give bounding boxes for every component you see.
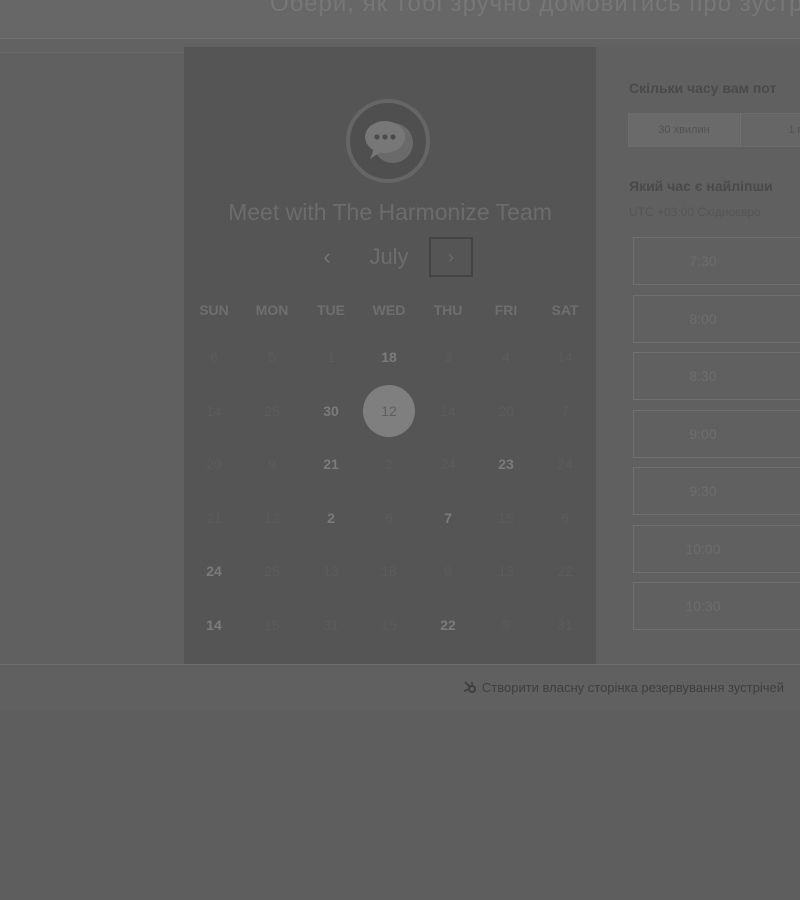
unavailable-day: 15 [381,617,397,633]
unavailable-day: 3 [444,349,452,365]
unavailable-day: 18 [381,563,397,579]
unavailable-day: 13 [323,563,339,579]
timezone-selector[interactable]: UTC +03:00 Східноєвро [629,205,761,219]
month-navigation: ‹ July › [184,237,596,281]
calendar-grid: 6 5 1 18 3 4 14 14 25 30 12 14 20 7 20 9 21 2 24 23 24 21 12 2 6… [184,339,596,664]
unavailable-day: 31 [557,617,573,633]
available-day[interactable]: 18 [363,331,415,383]
lower-background [0,710,800,900]
unavailable-day: 2 [385,456,393,472]
weekday-1: MON [255,302,289,318]
unavailable-day: 31 [323,617,339,633]
calendar-panel: Meet with The Harmonize Team ‹ July › SU… [184,47,596,664]
unavailable-day: 15 [264,617,280,633]
left-panel [0,52,184,665]
unavailable-day: 5 [268,349,276,365]
chat-bubble-icon [365,121,413,163]
unavailable-day: 25 [264,563,280,579]
unavailable-day: 7 [561,403,569,419]
available-day[interactable]: 21 [305,438,357,490]
previous-month-button[interactable]: ‹ [316,243,338,271]
selected-day[interactable]: 12 [363,385,415,437]
unavailable-day: 9 [444,563,452,579]
unavailable-day: 22 [557,563,573,579]
unavailable-day: 4 [502,349,510,365]
hubspot-sprocket-icon [463,681,476,693]
weekday-header: SUN MON TUE WED THU FRI SAT [184,302,596,322]
available-day[interactable]: 2 [305,492,357,544]
page-header-title: Обери, як тобі зручно домовитись про зус… [270,0,800,17]
time-slot[interactable]: 7:30 [633,237,800,285]
booking-panel: Скільки часу вам пот 30 хвилин 1 год Яки… [596,47,800,664]
unavailable-day: 1 [327,349,335,365]
top-bar: Обери, як тобі зручно домовитись про зус… [0,0,800,39]
weekday-4: THU [433,302,463,318]
unavailable-day: 6 [385,510,393,526]
unavailable-day: 9 [268,456,276,472]
time-slot[interactable]: 9:30 [633,467,800,515]
duration-option-30min[interactable]: 30 хвилин [629,114,739,146]
month-label: July [369,244,409,269]
weekday-5: FRI [494,302,518,318]
unavailable-day: 24 [440,456,456,472]
create-booking-page-text: Створити власну сторінка резервування зу… [481,679,784,695]
unavailable-day: 20 [498,403,514,419]
available-day[interactable]: 22 [422,599,474,651]
unavailable-day: 14 [557,349,573,365]
available-day[interactable]: 30 [305,385,357,437]
time-slot[interactable]: 8:30 [633,352,800,400]
unavailable-day: 15 [498,510,514,526]
unavailable-day: 20 [206,456,222,472]
available-day[interactable]: 23 [480,438,532,490]
time-slot[interactable]: 10:30 [633,582,800,630]
duration-question: Скільки часу вам пот [629,80,777,96]
next-month-button[interactable]: › [429,237,473,277]
team-avatar [346,99,430,183]
unavailable-day: 21 [206,510,222,526]
unavailable-day: 12 [264,510,280,526]
weekday-3: WED [372,302,406,318]
time-slot[interactable]: 10:00 [633,524,800,573]
unavailable-day: 24 [557,456,573,472]
unavailable-day: 9 [502,617,510,633]
duration-option-1h[interactable]: 1 год [740,114,800,146]
meeting-title: Meet with The Harmonize Team [228,199,552,225]
weekday-0: SUN [199,302,229,318]
unavailable-day: 14 [440,403,456,419]
weekday-2: TUE [317,302,345,318]
available-day[interactable]: 7 [422,492,474,544]
footer: Створити власну сторінка резервування зу… [0,664,800,711]
unavailable-day: 13 [498,563,514,579]
unavailable-day: 14 [206,403,222,419]
create-booking-page-link[interactable]: Створити власну сторінка резервування зу… [462,679,784,695]
available-day[interactable]: 14 [188,599,240,651]
time-slot[interactable]: 9:00 [633,409,800,458]
time-slot[interactable]: 8:00 [633,294,800,343]
available-day[interactable]: 24 [188,545,240,597]
duration-selector: 30 хвилин 1 год [628,113,800,147]
unavailable-day: 6 [561,510,569,526]
unavailable-day: 6 [210,349,218,365]
weekday-6: SAT [551,302,579,318]
time-question: Який час є найліпши [629,178,773,194]
unavailable-day: 25 [264,403,280,419]
